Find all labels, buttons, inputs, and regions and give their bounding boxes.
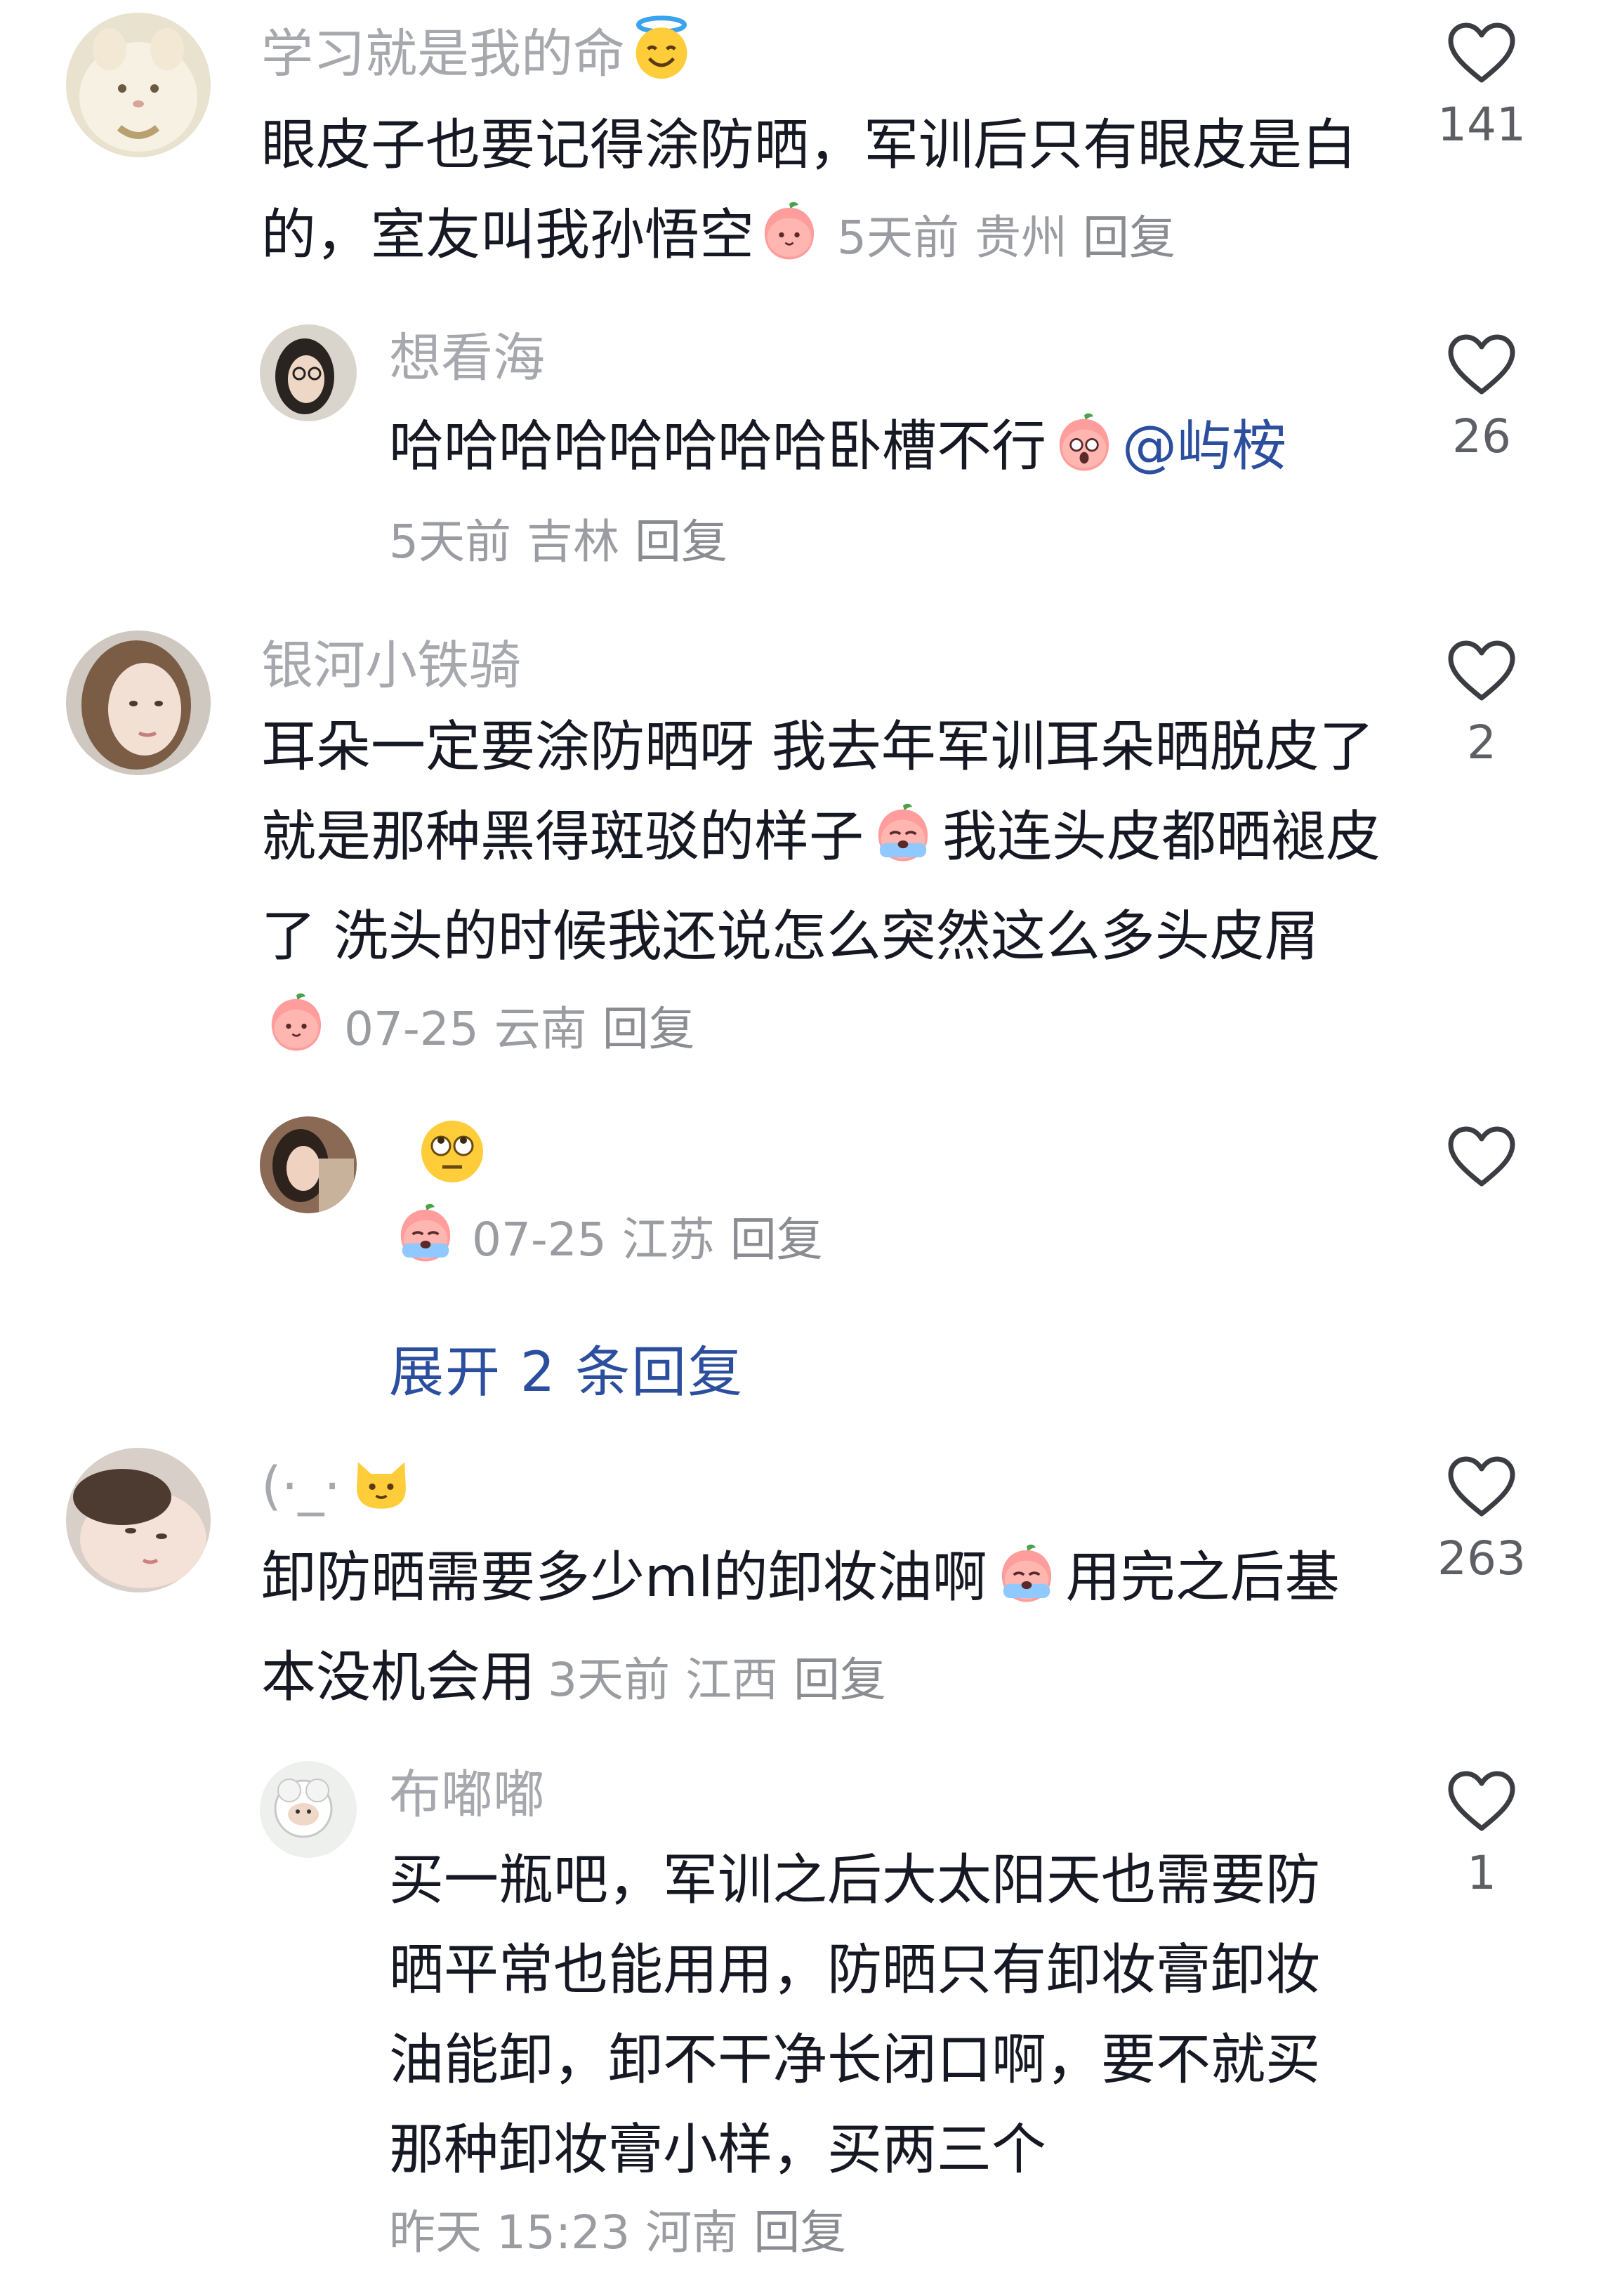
- like-button[interactable]: [1411, 1125, 1552, 1201]
- blushing-peach-face-icon: [264, 990, 329, 1081]
- shocked-peach-face-icon: [1049, 410, 1119, 501]
- mention-link[interactable]: @屿桉: [1122, 415, 1286, 478]
- expand-replies-button[interactable]: 展开 2 条回复: [389, 1328, 744, 1407]
- comment-meta: 昨天 15:23 河南 回复: [389, 2205, 847, 2259]
- comment-meta: 07-25 江苏 回复: [389, 1201, 1372, 1276]
- avatar[interactable]: [66, 13, 211, 157]
- username[interactable]: 学习就是我的命: [261, 14, 1385, 98]
- username[interactable]: 想看海: [389, 324, 1372, 392]
- comment-text: 哈哈哈哈哈哈哈哈卧槽不行 @屿桉: [389, 402, 1372, 501]
- like-button[interactable]: 263: [1411, 1455, 1552, 1587]
- like-button[interactable]: 26: [1411, 333, 1552, 465]
- avatar[interactable]: [260, 324, 357, 421]
- username[interactable]: 银河小铁骑: [261, 632, 1385, 699]
- heart-outline-icon: [1447, 1769, 1517, 1833]
- avatar[interactable]: [66, 631, 211, 775]
- crying-peach-face-icon: [867, 800, 940, 892]
- comment-meta: 5天前 吉林 回复: [389, 515, 727, 569]
- crying-peach-face-icon: [990, 1541, 1063, 1632]
- comment-text: 卸防晒需要多少ml的卸妆油啊 用完之后基本没机会用 3天前 江西 回复: [261, 1533, 1385, 1725]
- heart-outline-icon: [1447, 1125, 1517, 1188]
- avatar[interactable]: [260, 1116, 357, 1213]
- crying-peach-face-icon: [389, 1201, 462, 1276]
- avatar[interactable]: [260, 1761, 357, 1858]
- reply-button[interactable]: 回复: [793, 1653, 886, 1707]
- heart-outline-icon: [1447, 333, 1517, 396]
- blushing-peach-face-icon: [757, 199, 822, 290]
- comment-text: 耳朵一定要涂防晒呀 我去年军训耳朵晒脱皮了 就是那种黑得斑驳的样子 我连头皮都晒…: [261, 702, 1385, 1081]
- like-count: 1: [1467, 1846, 1496, 1900]
- like-button[interactable]: 141: [1411, 21, 1552, 153]
- like-count: 2: [1467, 715, 1496, 770]
- comment-meta: 07-25 云南 回复: [344, 1002, 695, 1056]
- cat-face-icon: [349, 1449, 414, 1530]
- reply-button[interactable]: 回复: [602, 1002, 695, 1056]
- heart-outline-icon: [1447, 1455, 1517, 1518]
- like-count: 263: [1437, 1531, 1526, 1585]
- rolling-eyes-face-icon: [417, 1116, 487, 1203]
- username[interactable]: [389, 1116, 1372, 1194]
- comment-meta: 5天前 贵州 回复: [837, 211, 1176, 265]
- reply-button[interactable]: 回复: [753, 2205, 846, 2259]
- reply-button[interactable]: 回复: [1083, 211, 1175, 265]
- comment-text: 眼皮子也要记得涂防晒，军训后只有眼皮是白的，室友叫我孙悟空 5天前 贵州 回复: [261, 100, 1385, 290]
- username[interactable]: (·_·: [261, 1449, 1385, 1530]
- like-button[interactable]: 2: [1411, 639, 1552, 771]
- username[interactable]: 布嘟嘟: [389, 1761, 1372, 1828]
- heart-outline-icon: [1447, 639, 1517, 702]
- reply-button[interactable]: 回复: [635, 515, 727, 569]
- reply-button[interactable]: 回复: [730, 1213, 823, 1267]
- like-count: 141: [1437, 98, 1526, 152]
- heart-outline-icon: [1447, 21, 1517, 84]
- like-count: 26: [1452, 409, 1511, 463]
- like-button[interactable]: 1: [1411, 1769, 1552, 1901]
- comment-meta: 3天前 江西 回复: [548, 1653, 887, 1707]
- smiling-face-with-halo-icon: [628, 14, 695, 98]
- avatar[interactable]: [66, 1448, 211, 1592]
- comment-text: 买一瓶吧，军训之后大太阳天也需要防晒平常也能用用，防晒只有卸妆膏卸妆油能卸，卸不…: [389, 1849, 1321, 2182]
